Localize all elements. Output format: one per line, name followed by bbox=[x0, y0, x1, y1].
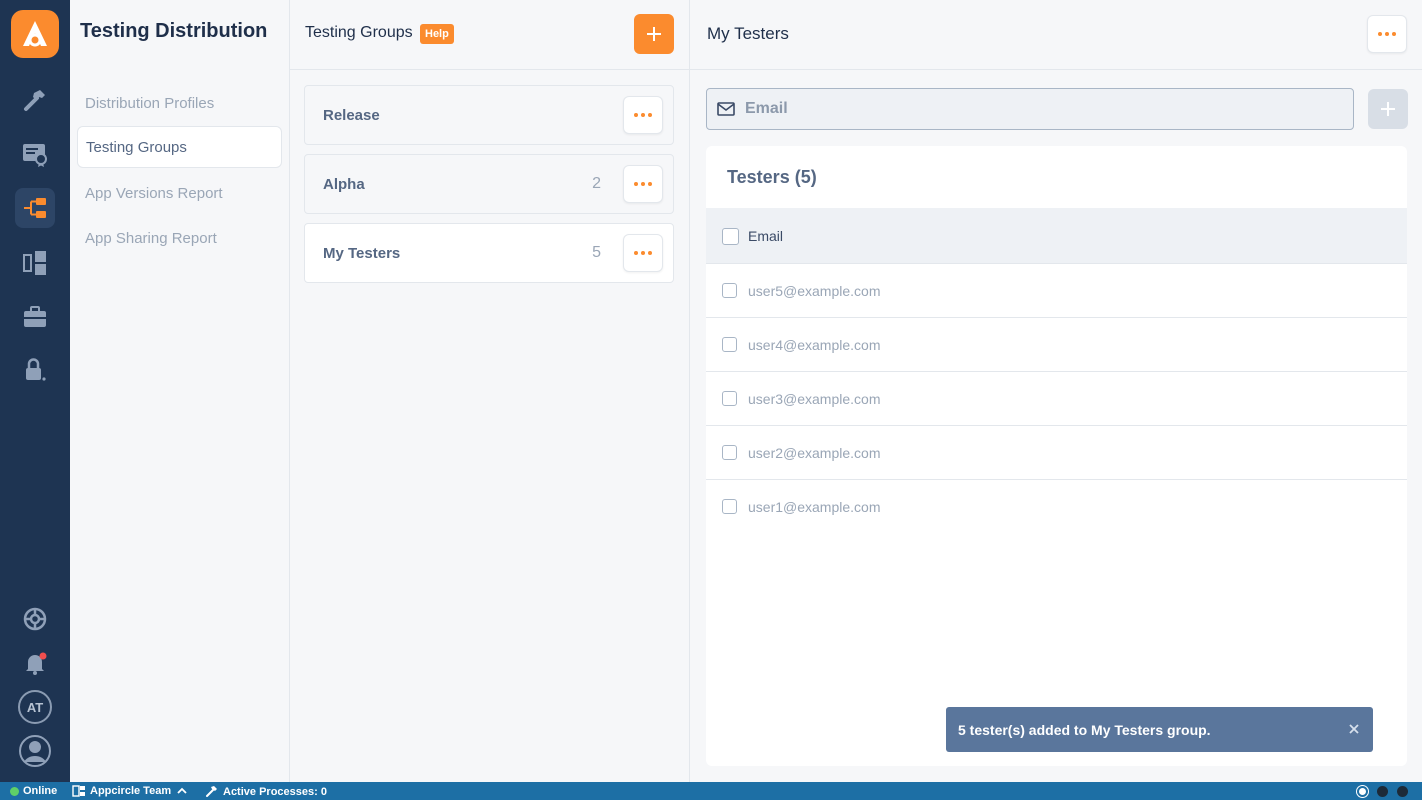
settings-icon[interactable] bbox=[15, 599, 55, 639]
bell-icon[interactable] bbox=[15, 643, 55, 683]
testing-groups-header: Testing Groups Help bbox=[290, 0, 689, 70]
signing-certificate-icon[interactable] bbox=[15, 134, 55, 174]
group-options-button[interactable] bbox=[623, 165, 663, 203]
table-row: user1@example.com bbox=[706, 480, 1407, 534]
active-processes[interactable]: Active Processes: 0 bbox=[205, 785, 327, 798]
group-detail-header: My Testers bbox=[690, 0, 1422, 70]
select-all-checkbox[interactable] bbox=[722, 228, 739, 245]
chevron-up-icon bbox=[177, 787, 187, 794]
lock-icon[interactable] bbox=[15, 350, 55, 390]
nav-item-distribution-profiles[interactable]: Distribution Profiles bbox=[77, 82, 282, 124]
tester-email: user1@example.com bbox=[748, 499, 881, 515]
online-status: Online bbox=[10, 785, 57, 797]
testing-distribution-icon[interactable] bbox=[15, 188, 55, 228]
section-nav: Testing Distribution Distribution Profil… bbox=[70, 0, 290, 782]
testers-table-header: Email bbox=[706, 208, 1407, 264]
active-processes-label: Active Processes: 0 bbox=[223, 785, 327, 798]
online-dot-icon bbox=[10, 786, 19, 796]
group-detail-options-button[interactable] bbox=[1367, 15, 1407, 53]
group-name: Release bbox=[323, 107, 380, 124]
column-header-email: Email bbox=[748, 228, 784, 244]
row-checkbox[interactable] bbox=[722, 391, 737, 406]
group-card-my-testers[interactable]: My Testers 5 bbox=[304, 223, 674, 283]
group-count: 2 bbox=[592, 175, 601, 192]
notification-toast: 5 tester(s) added to My Testers group. bbox=[946, 707, 1373, 752]
group-options-button[interactable] bbox=[623, 96, 663, 134]
theme-contrast-icon[interactable] bbox=[1397, 786, 1408, 797]
group-card-alpha[interactable]: Alpha 2 bbox=[304, 154, 674, 214]
tester-email: user5@example.com bbox=[748, 283, 881, 299]
section-title: Testing Distribution bbox=[80, 20, 268, 42]
mail-icon bbox=[717, 102, 735, 116]
tester-email: user3@example.com bbox=[748, 391, 881, 407]
group-options-button[interactable] bbox=[623, 234, 663, 272]
briefcase-icon[interactable] bbox=[15, 297, 55, 337]
group-detail-title: My Testers bbox=[707, 24, 789, 43]
hammer-icon bbox=[206, 786, 217, 797]
table-row: user2@example.com bbox=[706, 426, 1407, 480]
tester-email: user2@example.com bbox=[748, 445, 881, 461]
online-label: Online bbox=[23, 785, 58, 797]
toast-message: 5 tester(s) added to My Testers group. bbox=[958, 721, 1211, 738]
icon-rail: AT bbox=[0, 0, 70, 782]
team-icon bbox=[72, 785, 85, 797]
nav-item-app-sharing-report[interactable]: App Sharing Report bbox=[77, 217, 282, 259]
row-checkbox[interactable] bbox=[722, 337, 737, 352]
row-checkbox[interactable] bbox=[722, 283, 737, 298]
testing-groups-panel: Testing Groups Help Release Alpha 2 My T… bbox=[290, 0, 690, 782]
team-switcher[interactable]: Appcircle Team bbox=[72, 785, 187, 797]
appcircle-logo[interactable] bbox=[11, 10, 59, 58]
group-count: 5 bbox=[592, 244, 601, 261]
avatar-initials[interactable]: AT bbox=[18, 690, 52, 724]
help-badge[interactable]: Help bbox=[420, 24, 454, 44]
user-icon[interactable] bbox=[15, 731, 55, 771]
row-checkbox[interactable] bbox=[722, 445, 737, 460]
hammer-icon[interactable] bbox=[15, 80, 55, 120]
group-name: Alpha bbox=[323, 176, 365, 193]
close-icon bbox=[1349, 724, 1359, 734]
table-row: user3@example.com bbox=[706, 372, 1407, 426]
store-submit-icon[interactable] bbox=[15, 243, 55, 283]
table-row: user5@example.com bbox=[706, 264, 1407, 318]
testers-title: Testers (5) bbox=[727, 167, 817, 187]
appcircle-logo-icon bbox=[23, 21, 47, 47]
nav-item-testing-groups[interactable]: Testing Groups bbox=[77, 126, 282, 168]
email-input[interactable] bbox=[745, 100, 1345, 118]
theme-light-icon[interactable] bbox=[1357, 786, 1368, 797]
testers-card: Testers (5) Email user5@example.com user… bbox=[706, 146, 1407, 766]
group-detail-panel: My Testers Testers (5) Email user5@examp… bbox=[690, 0, 1422, 782]
add-tester-button[interactable] bbox=[1368, 89, 1408, 129]
toast-close-button[interactable] bbox=[1345, 720, 1363, 738]
nav-item-app-versions-report[interactable]: App Versions Report bbox=[77, 172, 282, 214]
email-field[interactable] bbox=[706, 88, 1354, 130]
add-group-button[interactable] bbox=[634, 14, 674, 54]
plus-icon bbox=[1381, 102, 1395, 116]
status-bar: Online Appcircle Team Active Processes: … bbox=[0, 782, 1422, 800]
team-label: Appcircle Team bbox=[90, 785, 172, 797]
tester-email: user4@example.com bbox=[748, 337, 881, 353]
row-checkbox[interactable] bbox=[722, 499, 737, 514]
plus-icon bbox=[647, 27, 661, 41]
table-row: user4@example.com bbox=[706, 318, 1407, 372]
theme-dark-icon[interactable] bbox=[1377, 786, 1388, 797]
testing-groups-title: Testing Groups bbox=[305, 24, 413, 41]
group-name: My Testers bbox=[323, 245, 401, 262]
group-card-release[interactable]: Release bbox=[304, 85, 674, 145]
